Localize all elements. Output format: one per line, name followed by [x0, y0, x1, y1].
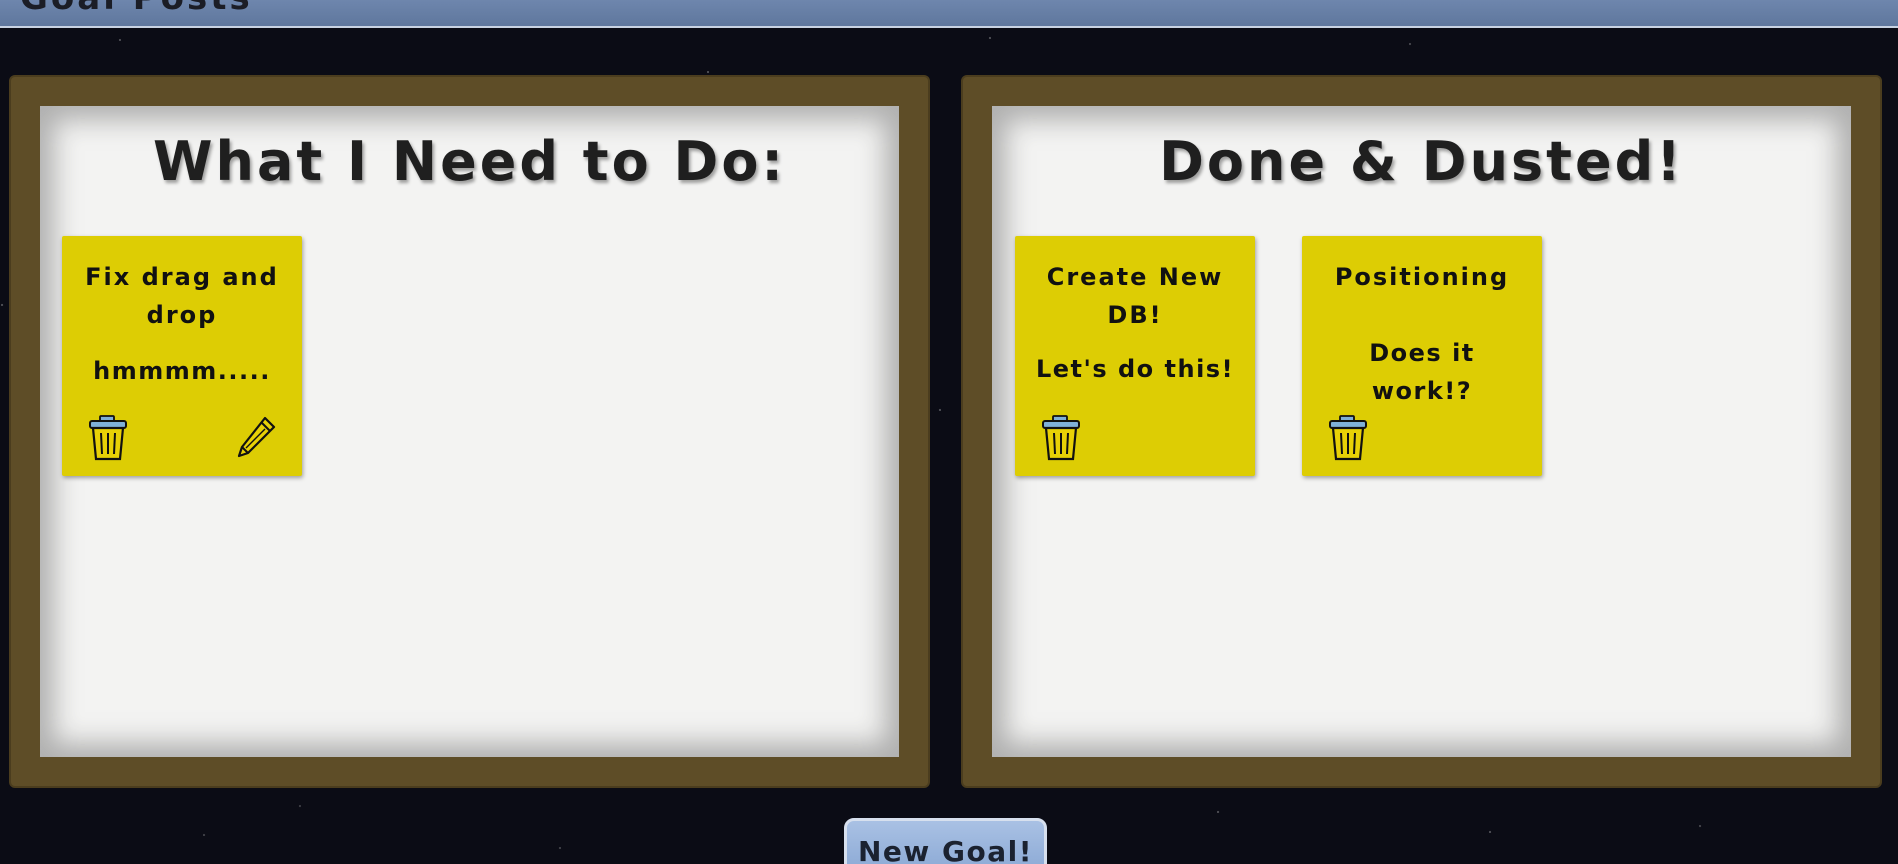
note-title: Fix drag and drop [85, 263, 279, 329]
trash-icon[interactable] [1040, 415, 1082, 461]
app-title: Goal Posts [20, 0, 253, 18]
note-title: Positioning [1334, 263, 1510, 291]
note-body: Let's do this! [1035, 355, 1235, 383]
todo-board: What I Need to Do: Fix drag and drop hmm… [9, 75, 930, 788]
todo-board-title: What I Need to Do: [152, 130, 787, 193]
sticky-note[interactable]: Fix drag and drop hmmmm..... [62, 236, 302, 476]
new-goal-button[interactable]: New Goal! [844, 818, 1047, 864]
done-board: Done & Dusted! Create New DB! Let's do t… [961, 75, 1882, 788]
note-body: Does it work!? [1369, 339, 1475, 405]
trash-icon[interactable] [1327, 415, 1369, 461]
note-title: Create New DB! [1046, 263, 1224, 329]
app-header: Goal Posts [0, 0, 1898, 28]
pencil-icon[interactable] [235, 415, 277, 461]
done-board-title: Done & Dusted! [1159, 130, 1684, 193]
trash-icon[interactable] [87, 415, 129, 461]
done-board-surface[interactable]: Done & Dusted! Create New DB! Let's do t… [992, 106, 1851, 757]
sticky-note[interactable]: Create New DB! Let's do this! [1015, 236, 1255, 476]
sticky-note[interactable]: Positioning Does it work!? [1302, 236, 1542, 476]
todo-board-surface[interactable]: What I Need to Do: Fix drag and drop hmm… [40, 106, 899, 757]
note-body: hmmmm..... [93, 357, 271, 385]
